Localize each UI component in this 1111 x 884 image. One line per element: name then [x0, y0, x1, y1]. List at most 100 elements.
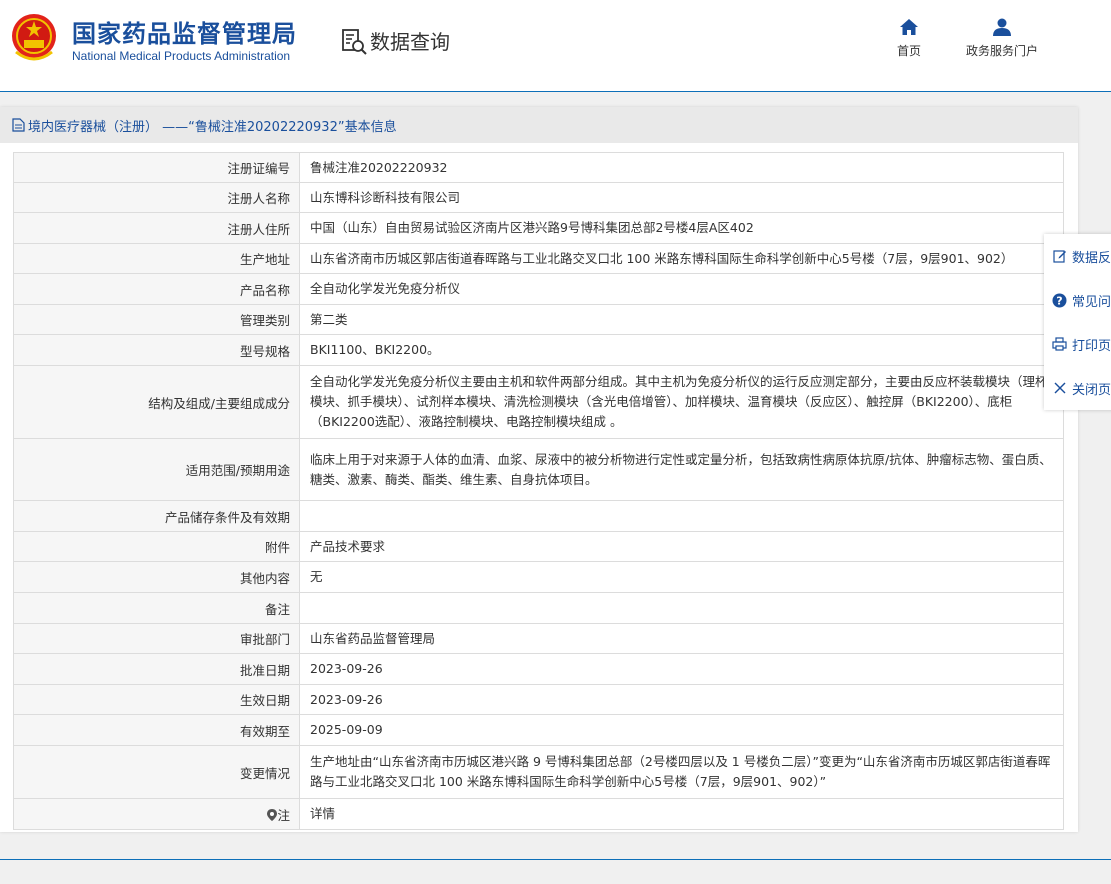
table-row: 附件 产品技术要求	[13, 531, 1064, 562]
faq-button[interactable]: ? 常见问题	[1044, 278, 1111, 322]
table-row: 型号规格 BKI1100、BKI2200。	[13, 334, 1064, 366]
home-icon	[900, 19, 918, 35]
table-row: 注册人住所 中国（山东）自由贸易试验区济南片区港兴路9号博科集团总部2号楼4层A区…	[13, 212, 1064, 244]
nav-home-label: 首页	[897, 44, 922, 58]
table-row: 生效日期 2023-09-26	[13, 684, 1064, 715]
org-name-cn: 国家药品监督管理局	[72, 20, 297, 48]
detail-panel: 境内医疗器械（注册） ——“鲁械注准20202220932”基本信息 注册证编号…	[0, 107, 1078, 832]
table-row: 结构及组成/主要组成成分 全自动化学发光免疫分析仪主要由主机和软件两部分组成。其中…	[13, 365, 1064, 439]
feedback-label: 数据反馈	[1071, 250, 1111, 266]
feedback-button[interactable]: 数据反馈	[1044, 234, 1111, 278]
row-label-text: 型号规格	[239, 343, 290, 359]
table-row: 批准日期 2023-09-26	[13, 653, 1064, 685]
row-value	[299, 592, 1064, 624]
row-value: 2023-09-26	[299, 684, 1064, 715]
row-label-text: 附件	[264, 540, 290, 555]
row-label: 批准日期	[13, 653, 300, 685]
edit-icon	[1053, 250, 1066, 263]
row-label-text: 批准日期	[239, 662, 290, 678]
row-label: 变更情况	[13, 745, 300, 799]
faq-label: 常见问题	[1071, 294, 1111, 310]
table-row: 注详情	[13, 798, 1064, 830]
nav-portal-label: 政务服务门户	[966, 44, 1039, 58]
row-label-text: 产品储存条件及有效期	[164, 509, 290, 525]
location-pin-icon	[267, 808, 278, 821]
float-menu: 数据反馈 ? 常见问题 打印页面 关闭页面	[1044, 234, 1111, 410]
table-row: 注册证编号 鲁械注准20202220932	[13, 152, 1064, 183]
table-row: 变更情况 生产地址由“山东省济南市历城区港兴路 9 号博科集团总部（2号楼四层以及…	[13, 745, 1064, 799]
org-name-en: National Medical Products Administration	[72, 49, 291, 63]
row-label-text: 结构及组成/主要组成成分	[148, 395, 290, 411]
row-value: 山东省济南市历城区郭店街道春晖路与工业北路交叉口北 100 米路东博科国际生命科…	[299, 243, 1064, 274]
footer	[0, 860, 1111, 884]
row-label-text: 注册证编号	[227, 161, 290, 176]
row-value: 全自动化学发光免疫分析仪	[299, 273, 1064, 305]
close-button[interactable]: 关闭页面	[1044, 366, 1111, 410]
data-search-icon	[342, 28, 367, 55]
row-value: 中国（山东）自由贸易试验区济南片区港兴路9号博科集团总部2号楼4层A区402	[299, 212, 1064, 244]
row-label-text: 审批部门	[239, 632, 290, 647]
detail-link[interactable]: 详情	[299, 798, 1064, 830]
row-value: 2023-09-26	[299, 653, 1064, 685]
question-icon: ?	[1052, 293, 1067, 307]
row-label-text: 备注	[264, 601, 290, 617]
close-label: 关闭页面	[1071, 382, 1111, 398]
row-label-text: 生产地址	[239, 252, 290, 267]
row-label: 注册人名称	[13, 182, 300, 213]
row-value: 无	[299, 561, 1064, 593]
row-value: 产品技术要求	[299, 531, 1064, 562]
close-icon	[1054, 382, 1066, 394]
print-label: 打印页面	[1071, 338, 1111, 354]
table-row: 其他内容无	[13, 561, 1064, 593]
row-value: 生产地址由“山东省济南市历城区港兴路 9 号博科集团总部（2号楼四层以及 1 号…	[299, 745, 1064, 799]
row-label: 管理类别	[13, 304, 300, 335]
row-label-text: 产品名称	[239, 282, 290, 298]
row-value: 2025-09-09	[299, 714, 1064, 746]
row-label: 生产地址	[13, 243, 300, 274]
nav-portal[interactable]: 政务服务门户	[966, 18, 1038, 59]
row-value	[299, 500, 1064, 532]
row-value: 山东博科诊断科技有限公司	[299, 182, 1064, 213]
table-row: 有效期至 2025-09-09	[13, 714, 1064, 746]
row-label-text: 注册人住所	[227, 221, 290, 237]
row-label: 其他内容	[13, 561, 300, 593]
table-row: 适用范围/预期用途 临床上用于对来源于人体的血清、血浆、尿液中的被分析物进行定性或…	[13, 438, 1064, 501]
panel-title: 境内医疗器械（注册） ——“鲁械注准20202220932”基本信息	[28, 119, 397, 135]
row-label: 结构及组成/主要组成成分	[13, 365, 300, 439]
nav-home[interactable]: 首页	[897, 18, 921, 59]
row-label: 有效期至	[13, 714, 300, 746]
row-label-text: 有效期至	[239, 723, 290, 739]
user-icon	[993, 18, 1011, 36]
row-label: 型号规格	[13, 334, 300, 366]
print-button[interactable]: 打印页面	[1044, 322, 1111, 366]
row-label-text: 注册人名称	[227, 191, 290, 206]
data-query-label: 数据查询	[370, 30, 450, 54]
row-label: 产品储存条件及有效期	[13, 500, 300, 532]
row-label-text: 其他内容	[239, 570, 290, 586]
table-row: 备注	[13, 592, 1064, 624]
row-label: 注册人住所	[13, 212, 300, 244]
row-label: 附件	[13, 531, 300, 562]
row-label: 生效日期	[13, 684, 300, 715]
document-icon	[12, 118, 25, 132]
data-query-title: 数据查询	[340, 26, 450, 55]
table-row: 产品名称 全自动化学发光免疫分析仪	[13, 273, 1064, 305]
table-row: 产品储存条件及有效期	[13, 500, 1064, 532]
svg-text:?: ?	[1057, 294, 1063, 307]
print-icon	[1052, 337, 1068, 351]
row-label-text: 注	[277, 807, 290, 823]
row-value: 临床上用于对来源于人体的血清、血浆、尿液中的被分析物进行定性或定量分析，包括致病…	[299, 438, 1064, 501]
row-value: 山东省药品监督管理局	[299, 623, 1064, 654]
table-row: 生产地址 山东省济南市历城区郭店街道春晖路与工业北路交叉口北 100 米路东博科国…	[13, 243, 1064, 274]
table-row: 注册人名称 山东博科诊断科技有限公司	[13, 182, 1064, 213]
row-label-text: 变更情况	[239, 765, 290, 781]
row-label-text: 管理类别	[239, 313, 290, 328]
row-label: 适用范围/预期用途	[13, 438, 300, 501]
panel-header: 境内医疗器械（注册） ——“鲁械注准20202220932”基本信息	[0, 107, 1078, 143]
site-header: 国家药品监督管理局 National Medical Products Admi…	[0, 0, 1111, 92]
row-label-text: 生效日期	[239, 693, 290, 708]
table-row: 审批部门 山东省药品监督管理局	[13, 623, 1064, 654]
row-value: 鲁械注准20202220932	[299, 152, 1064, 183]
row-label: 注	[13, 798, 300, 830]
table-row: 管理类别 第二类	[13, 304, 1064, 335]
